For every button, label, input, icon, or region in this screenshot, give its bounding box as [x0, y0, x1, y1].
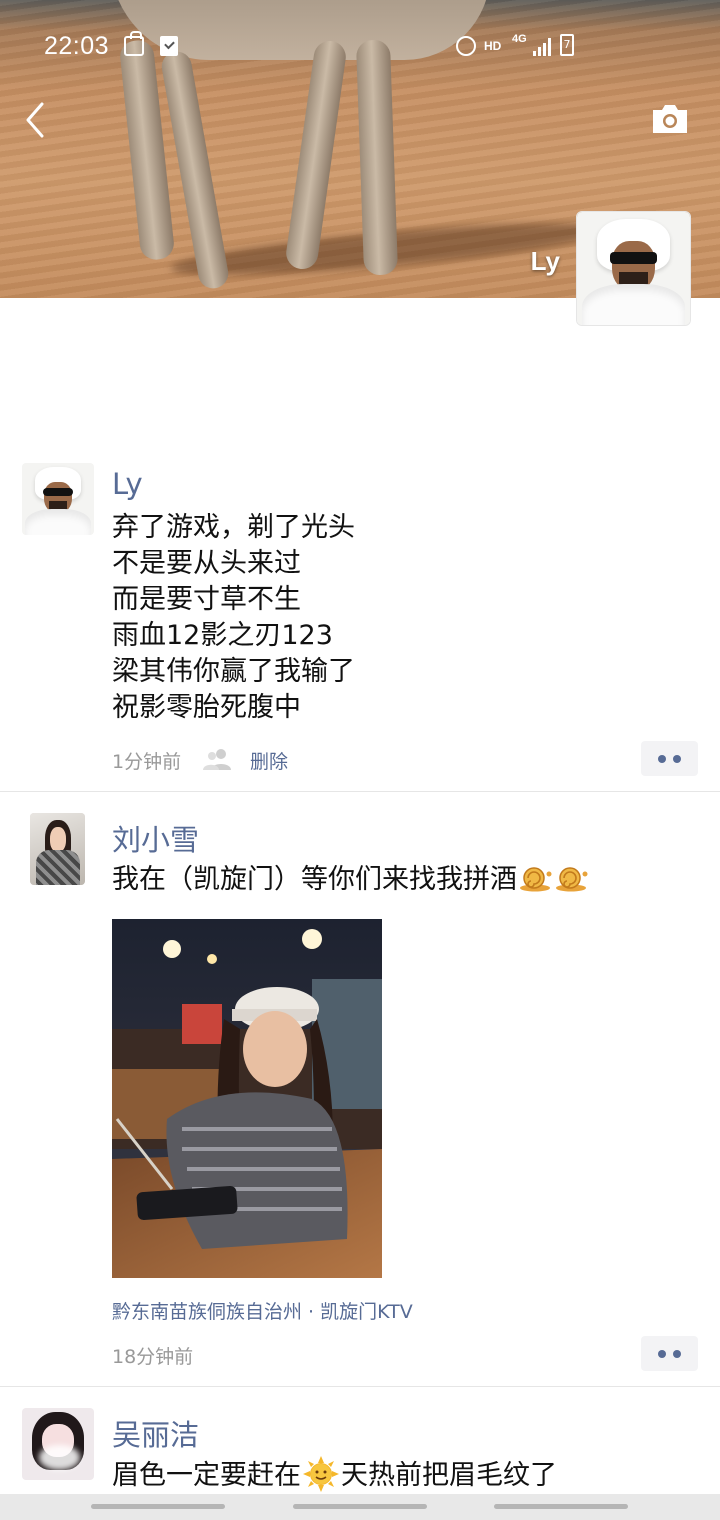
alarm-icon: [456, 36, 476, 56]
more-actions-button[interactable]: [641, 741, 698, 776]
post-author-name[interactable]: 刘小雪: [112, 817, 199, 859]
post-time: 1分钟前: [112, 751, 182, 773]
nav-recents-button[interactable]: [91, 1504, 225, 1509]
checkbox-icon: [160, 36, 178, 56]
owner-name: Ly: [530, 246, 560, 276]
avatar-image: [30, 813, 85, 885]
shopping-bag-icon: [124, 31, 144, 56]
more-actions-button[interactable]: [641, 1336, 698, 1371]
post-text-content: 天热前把眉毛纹了: [341, 1460, 557, 1491]
post-text-content: 眉色一定要赶在: [112, 1460, 301, 1491]
dot-icon: [658, 1350, 666, 1358]
post-text-content: 我在（凯旋门）等你们来找我拼酒: [112, 864, 517, 895]
sun-emoji-icon: [303, 1456, 339, 1492]
back-button[interactable]: [22, 100, 52, 140]
chevron-left-icon: [26, 102, 44, 138]
post-text-line: 弃了游戏，剃了光头: [112, 512, 355, 543]
camera-icon: [653, 105, 687, 133]
post-avatar[interactable]: [22, 463, 94, 535]
network-label: 4G: [512, 33, 527, 45]
post-location[interactable]: 黔东南苗族侗族自治州 · 凯旋门KTV: [112, 1297, 413, 1324]
divider: [0, 1386, 720, 1387]
post-text-line: 雨血12影之刃123: [112, 620, 333, 651]
avatar-image: [22, 1408, 94, 1480]
post-text-line: 而是要寸草不生: [112, 584, 301, 615]
battery-icon: 7: [560, 34, 574, 56]
status-bar: 22:03 HD 4G 7: [0, 24, 720, 68]
avatar-image: [577, 212, 690, 325]
owner-avatar[interactable]: [576, 211, 691, 326]
dot-icon: [673, 1350, 681, 1358]
post-text: 眉色一定要赶在 天热前把眉毛纹了: [112, 1456, 557, 1494]
snail-emoji-icon: [555, 864, 589, 892]
system-navigation-bar: [0, 1494, 720, 1520]
post-time: 18分钟前: [112, 1346, 194, 1368]
delete-link[interactable]: 删除: [250, 747, 288, 774]
nav-back-button[interactable]: [494, 1504, 628, 1509]
post-text: 我在（凯旋门）等你们来找我拼酒: [112, 862, 589, 898]
hd-label: HD: [484, 39, 502, 53]
post-text: 弃了游戏，剃了光头 不是要从头来过 而是要寸草不生 雨血12影之刃123 梁其伟…: [112, 510, 355, 726]
post-text-line: 祝影零胎死腹中: [112, 692, 301, 723]
post-avatar[interactable]: [22, 1408, 94, 1480]
status-time: 22:03: [44, 32, 110, 60]
post-photo[interactable]: [112, 919, 382, 1278]
post-text-line: 梁其伟你赢了我输了: [112, 656, 355, 687]
post-author-name[interactable]: Ly: [112, 467, 143, 501]
post-avatar[interactable]: [30, 813, 85, 885]
nav-home-button[interactable]: [293, 1504, 427, 1509]
post-text-line: 不是要从头来过: [112, 548, 301, 579]
friends-visibility-icon: [203, 749, 231, 770]
camera-button[interactable]: [650, 102, 690, 136]
signal-icon: [533, 38, 553, 56]
snail-emoji-icon: [519, 864, 553, 892]
dot-icon: [658, 755, 666, 763]
dot-icon: [673, 755, 681, 763]
avatar-image: [22, 463, 94, 535]
post-author-name[interactable]: 吴丽洁: [112, 1412, 199, 1454]
photo-image: [112, 919, 382, 1278]
divider: [0, 791, 720, 792]
